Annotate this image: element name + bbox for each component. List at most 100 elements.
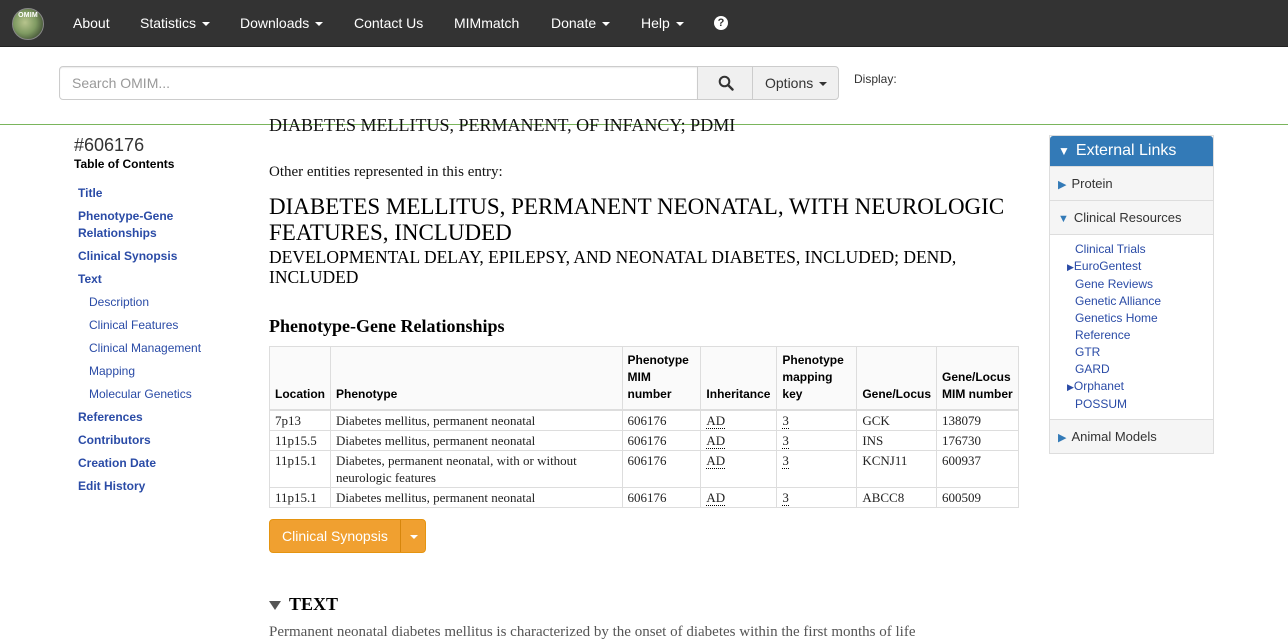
nav-statistics[interactable]: Statistics: [140, 0, 211, 46]
mapping-key-abbr[interactable]: 3: [782, 453, 789, 469]
question-circle-icon[interactable]: ?: [714, 16, 728, 30]
mapping-key-cell: 3: [776, 450, 858, 488]
gene-mim-link[interactable]: 138079: [936, 409, 1019, 431]
location-link[interactable]: 11p15.1: [269, 450, 331, 488]
mapping-key-abbr[interactable]: 3: [782, 490, 789, 506]
ext-link-eurogentest[interactable]: ▶EuroGentest: [1067, 258, 1213, 276]
toc-link-molecular-genetics[interactable]: Molecular Genetics: [89, 386, 192, 403]
external-links-header[interactable]: ▼ External Links: [1050, 136, 1213, 166]
button-divider: [400, 520, 401, 552]
toc-link-mapping[interactable]: Mapping: [89, 363, 135, 380]
toc-title: Table of Contents: [74, 157, 175, 171]
options-button[interactable]: Options: [752, 66, 839, 100]
section-protein[interactable]: ▶ Protein: [1050, 166, 1213, 200]
eurogentest-label: EuroGentest: [1073, 259, 1142, 273]
inheritance-abbr[interactable]: AD: [706, 490, 726, 506]
mapping-key-abbr[interactable]: 3: [782, 413, 789, 429]
location-link[interactable]: 7p13: [269, 409, 331, 431]
toc-link-edit-history[interactable]: Edit History: [78, 478, 145, 495]
toc-link-description[interactable]: Description: [89, 294, 149, 311]
phenotype-mim-link[interactable]: 606176: [621, 450, 702, 488]
nav-downloads[interactable]: Downloads: [240, 0, 324, 46]
gene-cell: INS: [856, 430, 937, 451]
animal-models-label: Animal Models: [1071, 429, 1157, 444]
toc-link-text[interactable]: Text: [78, 271, 102, 288]
inheritance-abbr[interactable]: AD: [706, 413, 726, 429]
top-navbar: OMIM About Statistics Downloads Contact …: [0, 0, 1288, 47]
phenotype-gene-heading: Phenotype-Gene Relationships: [269, 316, 505, 336]
ext-link-reference[interactable]: Reference: [1075, 327, 1213, 344]
toc-link-clinical-management[interactable]: Clinical Management: [89, 340, 201, 357]
ext-link-genetic-alliance[interactable]: Genetic Alliance: [1075, 293, 1213, 310]
location-link[interactable]: 11p15.5: [269, 430, 331, 451]
gene-mim-link[interactable]: 176730: [936, 430, 1019, 451]
toc-link-clinical-synopsis[interactable]: Clinical Synopsis: [78, 248, 177, 265]
inheritance-cell: AD: [700, 409, 778, 431]
triangle-right-icon: ▶: [1058, 179, 1067, 191]
nav-about[interactable]: About: [73, 0, 110, 46]
toc-link-title[interactable]: Title: [78, 185, 102, 202]
location-link[interactable]: 11p15.1: [269, 487, 331, 508]
section-clinical-resources[interactable]: ▼ Clinical Resources: [1050, 200, 1213, 234]
nav-donate[interactable]: Donate: [551, 0, 611, 46]
nav-help-label: Help: [641, 15, 670, 31]
phenotype-cell: Diabetes mellitus, permanent neonatal: [330, 409, 623, 431]
ext-link-clinical-trials[interactable]: Clinical Trials: [1075, 241, 1213, 258]
ext-link-gard[interactable]: GARD: [1075, 361, 1213, 378]
orphanet-label: Orphanet: [1073, 379, 1124, 393]
inheritance-cell: AD: [700, 487, 778, 508]
search-input[interactable]: [59, 66, 698, 100]
ext-link-orphanet[interactable]: ▶Orphanet: [1067, 378, 1213, 396]
inheritance-cell: AD: [700, 430, 778, 451]
nav-help[interactable]: Help: [641, 0, 684, 46]
triangle-right-icon: ▶: [1067, 262, 1074, 272]
caret-down-icon: [819, 82, 828, 87]
gene-mim-link[interactable]: 600509: [936, 487, 1019, 508]
gene-mim-link[interactable]: 600937: [936, 450, 1019, 488]
col-header: Location: [269, 346, 331, 411]
other-entities-label: Other entities represented in this entry…: [269, 164, 503, 180]
toc-link-clinical-features[interactable]: Clinical Features: [89, 317, 178, 334]
mapping-key-abbr[interactable]: 3: [782, 433, 789, 449]
section-animal-models[interactable]: ▶ Animal Models: [1050, 419, 1213, 453]
entry-number: #606176: [74, 135, 145, 155]
table-row: 7p13 Diabetes mellitus, permanent neonat…: [269, 409, 1019, 431]
nav-donate-label: Donate: [551, 15, 597, 31]
col-header: Phenotype MIM number: [621, 346, 702, 411]
gene-cell: GCK: [856, 409, 937, 431]
inheritance-abbr[interactable]: AD: [706, 433, 726, 449]
phenotype-cell: Diabetes, permanent neonatal, with or wi…: [330, 450, 623, 488]
phenotype-mim-link[interactable]: 606176: [621, 487, 702, 508]
inheritance-abbr[interactable]: AD: [706, 453, 726, 469]
ext-link-possum[interactable]: POSSUM: [1075, 396, 1213, 413]
mapping-key-cell: 3: [776, 409, 858, 431]
ext-link-gene-reviews[interactable]: Gene Reviews: [1075, 276, 1213, 293]
toc-link-creation-date[interactable]: Creation Date: [78, 455, 156, 472]
protein-label: Protein: [1071, 176, 1113, 191]
search-button[interactable]: [697, 66, 753, 100]
nav-downloads-label: Downloads: [240, 15, 310, 31]
phenotype-mim-link[interactable]: 606176: [621, 430, 702, 451]
mapping-key-cell: 3: [776, 487, 858, 508]
omim-logo-icon[interactable]: OMIM: [12, 8, 44, 40]
nav-contact-label: Contact Us: [354, 15, 424, 31]
caret-down-icon[interactable]: [410, 535, 418, 539]
toc-link-contributors[interactable]: Contributors: [78, 432, 151, 449]
collapse-triangle-icon: [269, 601, 281, 611]
nav-mimmatch[interactable]: MIMmatch: [454, 0, 519, 46]
gene-cell: ABCC8: [856, 487, 937, 508]
caret-down-icon: [675, 22, 684, 27]
ext-link-gtr[interactable]: GTR: [1075, 344, 1213, 361]
nav-statistics-label: Statistics: [140, 15, 197, 31]
table-row: 11p15.1 Diabetes, permanent neonatal, wi…: [269, 450, 1019, 488]
search-bar: Options Display:: [0, 47, 1288, 125]
toc-link-references[interactable]: References: [78, 409, 143, 426]
nav-contact-us[interactable]: Contact Us: [354, 0, 423, 46]
ext-link-genetics-home[interactable]: Genetics Home: [1075, 310, 1213, 327]
toc-link-phenotype-gene[interactable]: Phenotype-Gene Relationships: [78, 208, 198, 242]
clinical-synopsis-button[interactable]: Clinical Synopsis: [269, 519, 426, 553]
phenotype-mim-link[interactable]: 606176: [621, 409, 702, 431]
caret-down-icon: [202, 22, 211, 27]
caret-down-icon: [315, 22, 324, 27]
text-section-heading[interactable]: TEXT: [269, 594, 338, 615]
